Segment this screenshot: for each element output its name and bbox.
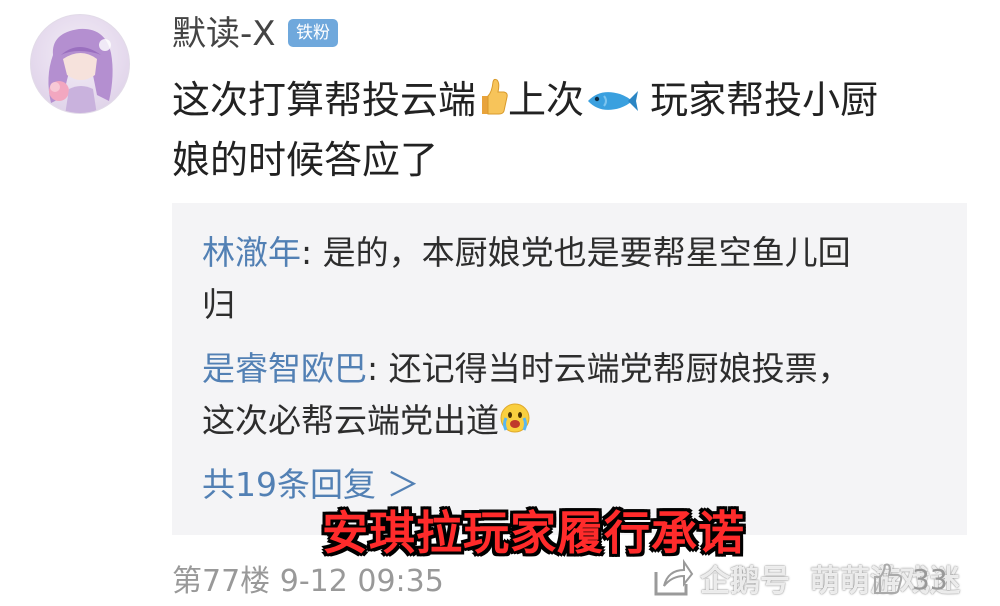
post-meta: 第77楼 9-12 09:35 xyxy=(172,560,444,604)
reply-text-line1: 还记得当时云端党帮厨娘投票， xyxy=(388,349,851,388)
share-icon[interactable] xyxy=(650,558,694,598)
reply-text-line1: 是的，本厨娘党也是要帮星空鱼儿回 xyxy=(322,233,851,272)
comment-text-part2: 上次 xyxy=(508,78,585,122)
floor-number: 第77楼 xyxy=(172,564,271,599)
reply-username[interactable]: 林澈年 xyxy=(202,233,301,272)
watermark-platform: 企鹅号 xyxy=(700,564,790,599)
like-count: 33 xyxy=(912,562,948,596)
comment-text-part1: 这次打算帮投云端 xyxy=(172,78,477,122)
crying-emoji-icon xyxy=(499,397,531,449)
like-icon[interactable] xyxy=(870,562,904,596)
username[interactable]: 默读-X xyxy=(172,12,276,56)
comment-line-1: 这次打算帮投云端 上次 玩家帮投小厨 xyxy=(172,70,962,133)
avatar[interactable] xyxy=(30,14,130,114)
comment-text-part3: 玩家帮投小厨 xyxy=(638,78,879,122)
fish-emoji-icon xyxy=(584,73,639,133)
reply-item: 林澈年: 是的，本厨娘党也是要帮星空鱼儿回归 xyxy=(202,227,922,331)
reply-text-line2: 这次必帮云端党出道 xyxy=(202,401,499,440)
replies-box[interactable]: 林澈年: 是的，本厨娘党也是要帮星空鱼儿回归 是睿智欧巴: 还记得当时云端党帮厨… xyxy=(172,203,967,535)
like-control[interactable]: 33 xyxy=(870,562,948,596)
fan-badge: 铁粉 xyxy=(288,19,338,47)
thumbs-up-emoji-icon xyxy=(476,73,508,133)
avatar-image xyxy=(48,28,113,113)
reply-username[interactable]: 是睿智欧巴 xyxy=(202,349,367,388)
reply-separator: : xyxy=(301,233,323,272)
reply-text-line2: 归 xyxy=(202,285,235,324)
reply-item: 是睿智欧巴: 还记得当时云端党帮厨娘投票， 这次必帮云端党出道 xyxy=(202,343,922,449)
comment-line-2: 娘的时候答应了 xyxy=(172,138,439,182)
post-time: 9-12 09:35 xyxy=(279,564,444,599)
more-replies-link[interactable]: 共19条回复 ＞ xyxy=(202,463,419,507)
reply-separator: : xyxy=(367,349,389,388)
